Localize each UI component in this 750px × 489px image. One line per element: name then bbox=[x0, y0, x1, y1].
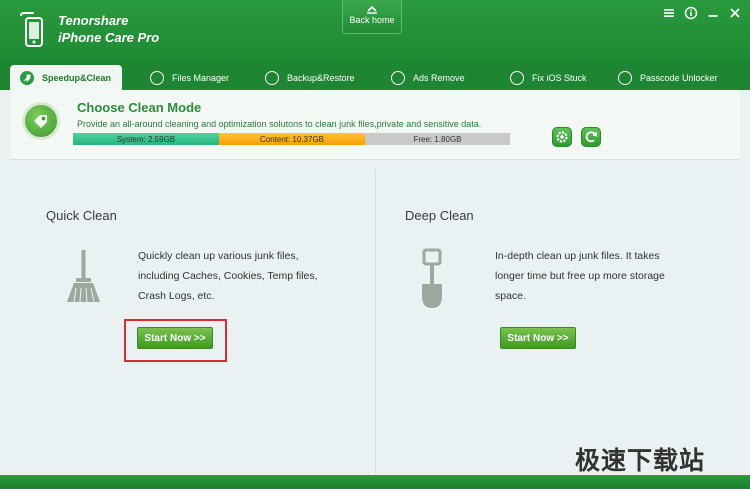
mode-title: Choose Clean Mode bbox=[77, 100, 202, 115]
app-name: iPhone Care Pro bbox=[58, 30, 160, 45]
tab-ads-remove[interactable]: Ads Remove bbox=[391, 65, 465, 90]
mode-description: Provide an all-around cleaning and optim… bbox=[77, 119, 482, 129]
storage-free: Free: 1.80GB bbox=[365, 133, 510, 145]
iphone-logo-icon bbox=[20, 12, 43, 47]
ads-icon bbox=[391, 70, 405, 85]
gear-icon bbox=[556, 131, 568, 143]
highlight-box bbox=[124, 319, 227, 362]
quick-clean-title: Quick Clean bbox=[46, 208, 117, 223]
shovel-icon bbox=[422, 248, 442, 308]
deep-clean-title: Deep Clean bbox=[405, 208, 474, 223]
quick-clean-description: Quickly clean up various junk files, inc… bbox=[138, 250, 318, 302]
menu-icon[interactable] bbox=[662, 6, 676, 20]
deep-clean-description: In-depth clean up junk files. It takes l… bbox=[495, 250, 665, 302]
tab-speedup-clean[interactable]: Speedup&Clean bbox=[10, 65, 122, 90]
clean-mode-header: Choose Clean Mode Provide an all-around … bbox=[10, 90, 740, 160]
refresh-icon bbox=[585, 131, 598, 143]
storage-bar: System: 2.59GB Content: 10.37GB Free: 1.… bbox=[73, 133, 510, 145]
tab-label: Speedup&Clean bbox=[42, 72, 112, 83]
backup-icon bbox=[265, 70, 279, 85]
settings-button[interactable] bbox=[552, 127, 572, 147]
quick-clean-panel: Quick Clean Quickly clean up various jun… bbox=[10, 170, 375, 473]
app-title: Tenorshare iPhone Care Pro bbox=[58, 12, 159, 46]
tab-label: Passcode Unlocker bbox=[640, 72, 718, 83]
tab-label: Fix iOS Stuck bbox=[532, 72, 587, 83]
back-home-label: Back home bbox=[349, 15, 395, 25]
tab-label: Ads Remove bbox=[413, 72, 465, 83]
tab-files-manager[interactable]: Files Manager bbox=[150, 65, 229, 90]
deep-clean-panel: Deep Clean In-depth clean up junk files.… bbox=[376, 170, 740, 473]
refresh-button[interactable] bbox=[581, 127, 601, 147]
tab-bar: Speedup&Clean Files Manager Backup&Resto… bbox=[0, 60, 750, 90]
tab-backup-restore[interactable]: Backup&Restore bbox=[265, 65, 355, 90]
info-icon[interactable] bbox=[684, 6, 698, 20]
storage-content: Content: 10.37GB bbox=[219, 133, 365, 145]
watermark: 极速下载站 bbox=[575, 446, 706, 475]
tab-passcode-unlocker[interactable]: Passcode Unlocker bbox=[618, 65, 718, 90]
files-icon bbox=[150, 70, 164, 85]
tab-label: Backup&Restore bbox=[287, 72, 355, 83]
broom-icon bbox=[67, 250, 100, 303]
back-arrow-icon bbox=[367, 5, 377, 14]
status-bar bbox=[0, 475, 750, 489]
app-brand: Tenorshare bbox=[58, 13, 129, 28]
fix-icon bbox=[510, 70, 524, 85]
key-icon bbox=[618, 70, 632, 85]
close-icon[interactable] bbox=[728, 6, 742, 20]
tab-fix-ios-stuck[interactable]: Fix iOS Stuck bbox=[510, 65, 587, 90]
deep-clean-start-button[interactable]: Start Now >> bbox=[500, 327, 576, 349]
storage-system: System: 2.59GB bbox=[73, 133, 219, 145]
back-home-button[interactable]: Back home bbox=[342, 0, 402, 34]
tab-label: Files Manager bbox=[172, 72, 230, 83]
title-bar: Tenorshare iPhone Care Pro Back home bbox=[0, 0, 750, 60]
minimize-icon[interactable] bbox=[706, 6, 720, 20]
rocket-icon bbox=[20, 70, 34, 85]
rocket-badge-icon bbox=[22, 102, 60, 140]
